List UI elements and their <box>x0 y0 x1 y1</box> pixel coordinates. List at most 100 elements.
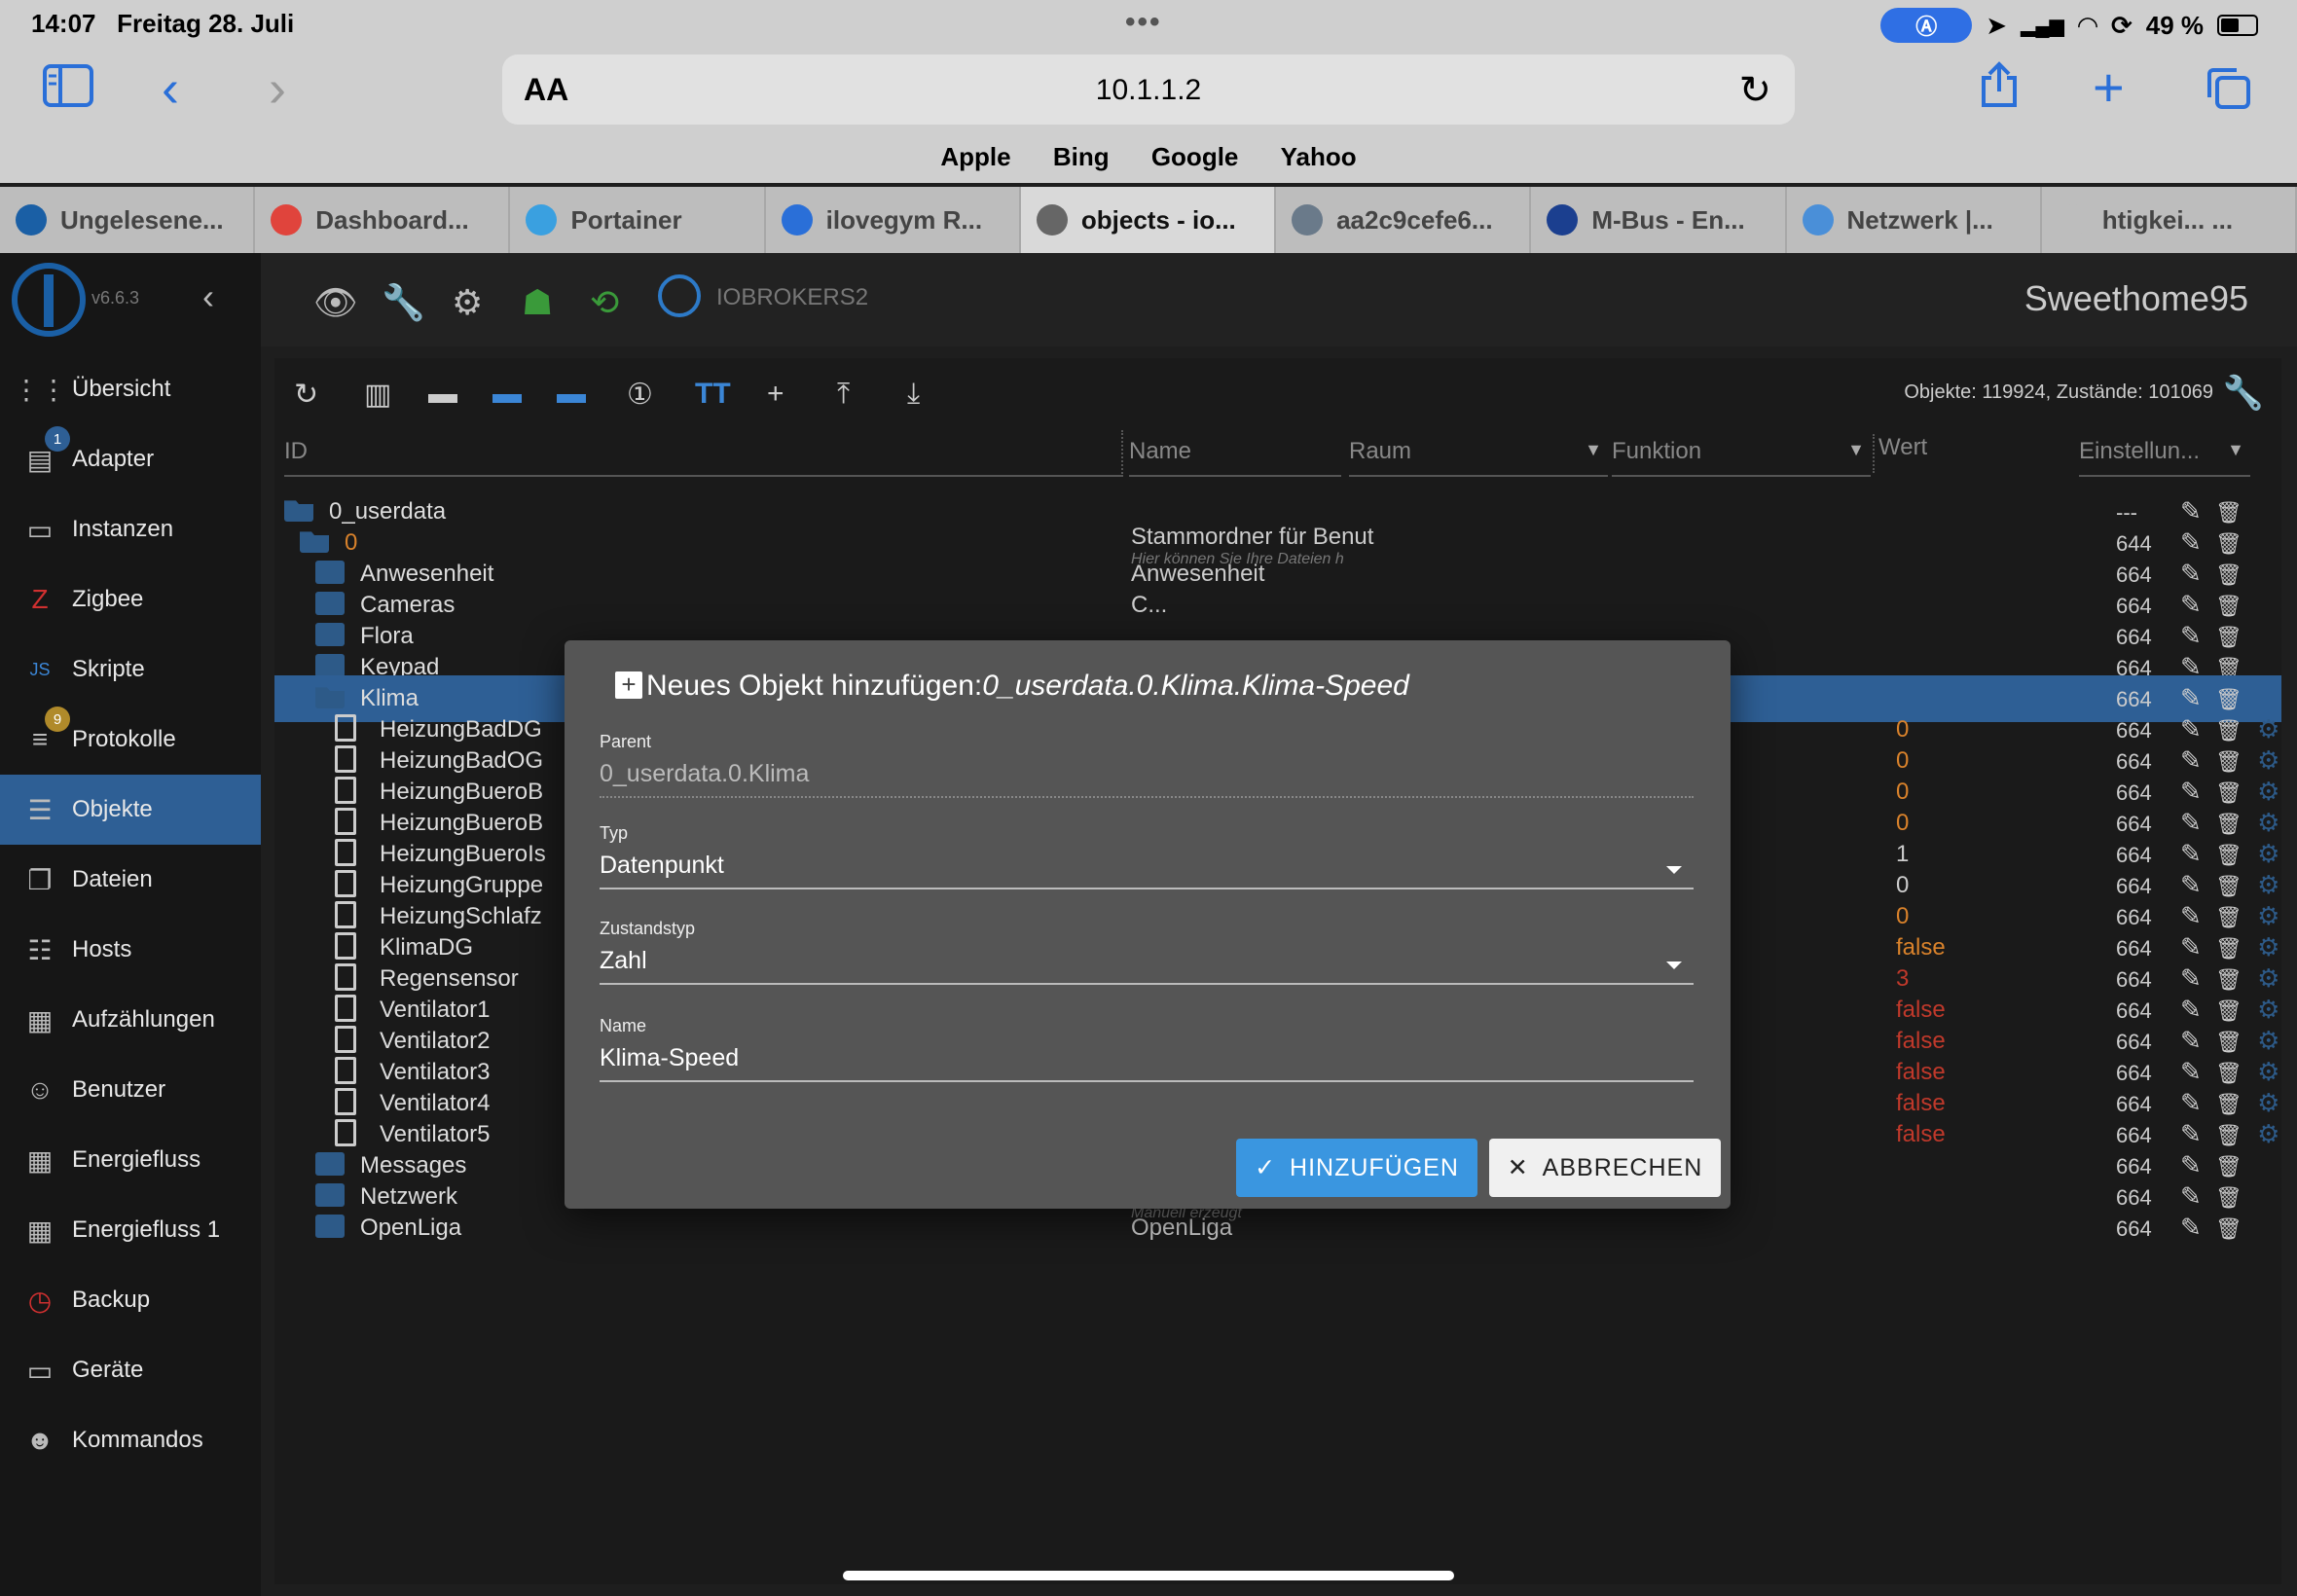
eye-icon[interactable]: 👁 <box>313 282 358 323</box>
cancel-button[interactable]: ✕ ABBRECHEN <box>1489 1139 1721 1197</box>
state-type-select[interactable]: Zustandstyp Zahl <box>600 919 1694 985</box>
multitask-dots-icon[interactable]: ••• <box>1125 6 1162 39</box>
sidebar-item-label: Kommandos <box>72 1427 203 1453</box>
folder-open-icon[interactable] <box>300 531 329 553</box>
text-size-icon[interactable]: TT <box>695 378 731 411</box>
favorite-link[interactable]: Apple <box>940 142 1010 171</box>
gear-icon[interactable]: ⚙ <box>452 282 483 323</box>
column-name[interactable]: Name <box>1129 438 1341 477</box>
delete-icon[interactable]: 🗑 <box>2206 1216 2246 1241</box>
folder-open-icon[interactable] <box>315 687 345 708</box>
battery-percent: 49 % <box>2145 10 2204 40</box>
browser-tab[interactable]: Ungelesene... <box>0 187 256 253</box>
share-icon[interactable] <box>1978 60 2021 118</box>
wrench-icon[interactable]: 🔧 <box>382 282 425 323</box>
column-value[interactable]: Wert <box>1873 434 2048 473</box>
tabs-overview-icon[interactable] <box>2204 66 2252 120</box>
browser-tab[interactable]: ilovegym R... <box>766 187 1021 253</box>
url-text[interactable]: 10.1.1.2 <box>502 74 1795 107</box>
collapse-sidebar-icon[interactable]: ‹ <box>202 276 214 317</box>
type-select[interactable]: Typ Datenpunkt <box>600 823 1694 889</box>
favorite-link[interactable]: Bing <box>1053 142 1110 171</box>
home-indicator[interactable] <box>843 1571 1454 1580</box>
add-button[interactable]: ✓ HINZUFÜGEN <box>1236 1139 1477 1197</box>
sidebar-item[interactable]: JS Skripte <box>0 635 261 705</box>
forward-icon[interactable]: › <box>269 62 286 115</box>
browser-tab[interactable]: Netzwerk |... <box>1787 187 2042 253</box>
restart-icon[interactable]: ⟲ <box>590 282 619 323</box>
sidebar-toggle-icon[interactable] <box>43 64 93 116</box>
sidebar-item[interactable]: ❐ Dateien <box>0 845 261 915</box>
tree-row[interactable]: OpenLiga OpenLiga 664 ✎ 🗑 <box>274 1205 2281 1251</box>
browser-toolbar: ‹ › AA 10.1.1.2 ↻ + Apple Bing Google Ya… <box>0 47 2297 183</box>
settings-wrench-icon[interactable]: 🔧 <box>2223 374 2264 413</box>
browser-tab[interactable]: M-Bus - En... <box>1531 187 1787 253</box>
expert-mode-icon[interactable]: ☗ <box>522 282 553 323</box>
chevron-down-icon[interactable] <box>1666 866 1682 874</box>
sidebar-item[interactable]: ▦ Aufzählungen <box>0 985 261 1055</box>
browser-tab[interactable]: objects - io... <box>1020 187 1277 253</box>
chevron-down-icon: ▼ <box>1585 440 1602 459</box>
back-icon[interactable]: ‹ <box>162 62 179 115</box>
column-divider[interactable] <box>1121 430 1123 477</box>
grid-icon: ⋮⋮ <box>13 374 67 405</box>
upload-icon[interactable]: ⤒ <box>837 378 850 411</box>
column-room[interactable]: Raum ▼ <box>1349 438 1608 477</box>
favorite-link[interactable]: Yahoo <box>1281 142 1357 171</box>
browser-tab[interactable]: Portainer <box>510 187 766 253</box>
expand-all-icon[interactable]: ▬ <box>492 378 522 411</box>
folder-icon[interactable] <box>315 1183 345 1207</box>
sidebar-item[interactable]: Z Zigbee <box>0 564 261 635</box>
name-field[interactable]: Name Klima-Speed <box>600 1016 1694 1082</box>
host-name: Sweethome95 <box>2024 278 2248 318</box>
sidebar-item[interactable]: ▦ Energiefluss 1 <box>0 1195 261 1265</box>
column-settings[interactable]: Einstellun... ▼ <box>2079 438 2250 477</box>
commands-icon: ☻ <box>25 1425 55 1455</box>
edit-icon[interactable]: ✎ <box>2180 1213 2206 1242</box>
folder-icon[interactable] <box>315 1215 345 1238</box>
folder-icon[interactable] <box>315 623 345 646</box>
reload-icon[interactable]: ↻ <box>1738 68 1771 113</box>
sidebar-item[interactable]: ☺ Benutzer <box>0 1055 261 1125</box>
row-actions: ✎ 🗑 <box>2180 1213 2246 1243</box>
sidebar-item[interactable]: ≡ Protokolle 9 <box>0 705 261 775</box>
sidebar-item[interactable]: ▭ Geräte <box>0 1335 261 1405</box>
new-tab-icon[interactable]: + <box>2093 60 2125 115</box>
list-icon: ☰ <box>27 794 53 825</box>
sidebar-item[interactable]: ▭ Instanzen <box>0 494 261 564</box>
favorite-link[interactable]: Google <box>1151 142 1239 171</box>
name-input[interactable]: Klima-Speed <box>600 1044 1694 1080</box>
sidebar-item[interactable]: ⋮⋮ Übersicht <box>0 354 261 424</box>
folder-icon[interactable] <box>315 1152 345 1176</box>
folder-open-icon[interactable] <box>284 500 313 522</box>
collapse-all-icon[interactable]: ▬ <box>557 378 586 411</box>
browser-tab[interactable]: htigkei... ... <box>2042 187 2297 253</box>
sidebar-item[interactable]: ▤ Adapter 1 <box>0 424 261 494</box>
sidebar-item[interactable]: ◷ Backup <box>0 1265 261 1335</box>
sidebar-item[interactable]: ☰ Objekte <box>0 775 261 845</box>
column-id[interactable]: ID <box>284 438 1123 477</box>
column-settings-label: Einstellun... <box>2079 438 2201 464</box>
one-level-icon[interactable]: ① <box>627 378 653 412</box>
download-icon[interactable]: ⤓ <box>907 378 920 411</box>
tab-label: Dashboard... <box>315 204 469 235</box>
notification-badge: 9 <box>45 707 70 732</box>
refresh-icon[interactable]: ↻ <box>294 378 318 412</box>
folder-icon[interactable] <box>315 561 345 584</box>
columns-icon[interactable]: ▥ <box>364 378 391 412</box>
sidebar-item[interactable]: ☻ Kommandos <box>0 1405 261 1475</box>
browser-tab[interactable]: Dashboard... <box>255 187 511 253</box>
add-object-icon[interactable]: + <box>767 378 784 411</box>
sidebar-item[interactable]: ▦ Energiefluss <box>0 1125 261 1195</box>
folder-icon[interactable] <box>315 654 345 677</box>
browser-tab[interactable]: aa2c9cefe6... <box>1276 187 1532 253</box>
folder-icon[interactable]: ▬ <box>428 378 457 411</box>
type-value[interactable]: Datenpunkt <box>600 852 1694 888</box>
folder-icon[interactable] <box>315 592 345 615</box>
state-type-value[interactable]: Zahl <box>600 947 1694 983</box>
address-bar[interactable]: AA 10.1.1.2 ↻ <box>502 54 1795 125</box>
sidebar-item[interactable]: ☷ Hosts <box>0 915 261 985</box>
tab-label: htigkei... ... <box>2101 204 2234 235</box>
chevron-down-icon[interactable] <box>1666 961 1682 969</box>
column-function[interactable]: Funktion ▼ <box>1612 438 1871 477</box>
